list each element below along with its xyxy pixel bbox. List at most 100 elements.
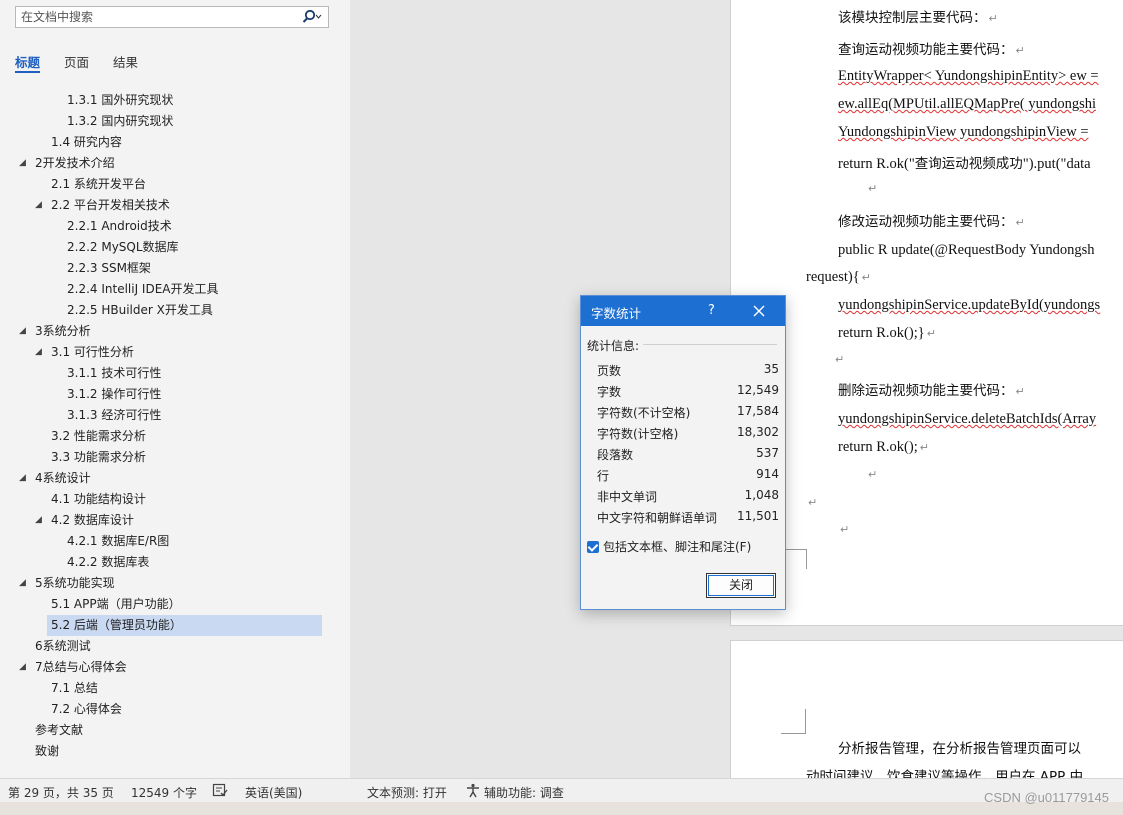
- tree-item[interactable]: 4.2.2 数据库表: [67, 552, 149, 573]
- tree-item[interactable]: ◢ 3.1 可行性分析: [35, 342, 134, 363]
- page-indicator[interactable]: 第 29 页，共 35 页: [8, 784, 114, 801]
- tree-item[interactable]: ◢ 2.2 平台开发相关技术: [35, 195, 170, 216]
- stat-label: 字符数(不计空格): [597, 406, 691, 420]
- tree-item-label: 致谢: [35, 744, 60, 758]
- doc-code-line: YundongshipinView yundongshipinView =: [838, 124, 1089, 140]
- doc-code-line: request){↵: [806, 269, 871, 285]
- stat-label: 行: [597, 469, 610, 483]
- stat-value: 11,501: [737, 509, 779, 523]
- tree-item[interactable]: 3.1.2 操作可行性: [67, 384, 161, 405]
- search-box[interactable]: [15, 6, 329, 28]
- tree-item-label: 1.3.2 国内研究现状: [67, 114, 174, 128]
- tab-pages[interactable]: 页面: [64, 52, 89, 71]
- tree-item-label: 2.2.4 IntelliJ IDEA开发工具: [67, 282, 219, 296]
- tab-results[interactable]: 结果: [113, 52, 138, 71]
- search-input[interactable]: [21, 9, 291, 25]
- language-indicator[interactable]: 英语(美国): [245, 784, 302, 801]
- tree-item[interactable]: 参考文献: [35, 720, 83, 741]
- tree-item-label: 2.2 平台开发相关技术: [51, 198, 170, 212]
- tree-item-label: 2.2.1 Android技术: [67, 219, 172, 233]
- close-icon[interactable]: [751, 303, 767, 319]
- tree-item[interactable]: 3.1.3 经济可行性: [67, 405, 161, 426]
- collapse-triangle-icon[interactable]: ◢: [35, 195, 49, 216]
- tree-item[interactable]: 4.1 功能结构设计: [51, 489, 146, 510]
- tree-item[interactable]: 1.3.1 国外研究现状: [67, 90, 173, 111]
- collapse-triangle-icon[interactable]: ◢: [19, 153, 33, 174]
- collapse-triangle-icon[interactable]: ◢: [35, 342, 49, 363]
- paragraph-mark: ↵: [808, 496, 818, 509]
- tab-headings[interactable]: 标题: [15, 52, 41, 73]
- word-count-dialog: 字数统计 ? 统计信息: 页数 35 字数 12,549 字符数(不计空格) 17,5…: [580, 295, 786, 610]
- collapse-triangle-icon[interactable]: ◢: [19, 468, 33, 489]
- search-icon[interactable]: [300, 9, 322, 25]
- tree-item[interactable]: 6系统测试: [35, 636, 91, 657]
- include-textboxes-checkbox[interactable]: 包括文本框、脚注和尾注(F): [587, 538, 751, 555]
- stat-value: 17,584: [737, 404, 779, 418]
- tree-item[interactable]: 2.2.3 SSM框架: [67, 258, 151, 279]
- tree-item[interactable]: 3.2 性能需求分析: [51, 426, 146, 447]
- tree-item[interactable]: 5.1 APP端（用户功能）: [51, 594, 181, 615]
- tree-item[interactable]: 4.2.1 数据库E/R图: [67, 531, 169, 552]
- stat-row: 字数 12,549: [597, 380, 779, 401]
- tree-item-label: 2开发技术介绍: [35, 156, 115, 170]
- tree-item[interactable]: ◢ 3系统分析: [19, 321, 91, 342]
- tree-item-label: 3.1.2 操作可行性: [67, 387, 162, 401]
- tree-item[interactable]: 2.1 系统开发平台: [51, 174, 146, 195]
- checkbox-checked-icon[interactable]: [587, 541, 599, 553]
- tree-item[interactable]: 2.2.4 IntelliJ IDEA开发工具: [67, 279, 219, 300]
- accessibility-indicator[interactable]: 辅助功能: 调查: [484, 784, 564, 801]
- tree-item-label: 2.2.2 MySQL数据库: [67, 240, 179, 254]
- collapse-triangle-icon[interactable]: ◢: [19, 657, 33, 678]
- tree-item[interactable]: ◢ 7总结与心得体会: [19, 657, 127, 678]
- collapse-triangle-icon[interactable]: ◢: [35, 510, 49, 531]
- tree-item[interactable]: ◢ 4.2 数据库设计: [35, 510, 134, 531]
- tree-item[interactable]: 5.2 后端（管理员功能）: [47, 615, 322, 636]
- proofing-icon[interactable]: [212, 783, 228, 797]
- tree-item[interactable]: ◢ 4系统设计: [19, 468, 91, 489]
- doc-code-line: EntityWrapper< YundongshipinEntity> ew =: [838, 68, 1099, 84]
- tree-item[interactable]: 2.2.1 Android技术: [67, 216, 172, 237]
- dialog-titlebar[interactable]: 字数统计 ?: [581, 296, 785, 326]
- close-button[interactable]: 关闭: [706, 573, 776, 598]
- tree-item[interactable]: 致谢: [35, 741, 59, 762]
- collapse-triangle-icon[interactable]: ◢: [19, 573, 33, 594]
- tree-item[interactable]: ◢ 5系统功能实现: [19, 573, 115, 594]
- tree-item-label: 5.1 APP端（用户功能）: [51, 597, 181, 611]
- tree-item-label: 5.2 后端（管理员功能）: [51, 618, 182, 632]
- doc-line: 动时间建议、饮食建议等操作。用户在 APP 中: [806, 769, 1084, 778]
- doc-code-line: return R.ok("查询运动视频成功").put("data: [838, 156, 1091, 172]
- doc-code-line: ew.allEq(MPUtil.allEQMapPre( yundongshi: [838, 96, 1097, 112]
- accessibility-icon[interactable]: [465, 783, 481, 798]
- tree-item-label: 3.1.3 经济可行性: [67, 408, 162, 422]
- tree-item[interactable]: 1.3.2 国内研究现状: [67, 111, 173, 132]
- stat-value: 1,048: [744, 488, 779, 502]
- status-bar: 第 29 页，共 35 页 12549 个字 英语(美国) 文本预测: 打开 辅…: [0, 778, 1123, 803]
- stat-row: 中文字符和朝鲜语单词 11,501: [597, 506, 779, 527]
- tree-item[interactable]: 7.1 总结: [51, 678, 98, 699]
- tree-item-label: 7.1 总结: [51, 681, 98, 695]
- word-count-indicator[interactable]: 12549 个字: [131, 784, 197, 801]
- stat-row: 行 914: [597, 464, 779, 485]
- stat-row: 段落数 537: [597, 443, 779, 464]
- tree-item[interactable]: 3.3 功能需求分析: [51, 447, 146, 468]
- tree-item-label: 4系统设计: [35, 471, 91, 485]
- tree-item-label: 2.2.5 HBuilder X开发工具: [67, 303, 213, 317]
- tree-item[interactable]: 3.1.1 技术可行性: [67, 363, 161, 384]
- help-button[interactable]: ?: [708, 303, 715, 318]
- margin-marker: [806, 549, 807, 569]
- tree-item[interactable]: ◢ 2开发技术介绍: [19, 153, 115, 174]
- doc-line: 该模块控制层主要代码： ↵: [838, 10, 998, 26]
- tree-item-label: 3.1 可行性分析: [51, 345, 134, 359]
- tree-item[interactable]: 2.2.5 HBuilder X开发工具: [67, 300, 213, 321]
- doc-code-line: return R.ok(); ↵: [838, 439, 929, 455]
- document-page: 该模块控制层主要代码： ↵ 查询运动视频功能主要代码： ↵ EntityWrappe…: [730, 0, 1123, 626]
- stat-label: 中文字符和朝鲜语单词: [597, 511, 718, 525]
- tree-item-label: 2.2.3 SSM框架: [67, 261, 151, 275]
- tree-item[interactable]: 2.2.2 MySQL数据库: [67, 237, 179, 258]
- tree-item[interactable]: 7.2 心得体会: [51, 699, 122, 720]
- collapse-triangle-icon[interactable]: ◢: [19, 321, 33, 342]
- tree-item-label: 7.2 心得体会: [51, 702, 122, 716]
- text-prediction-indicator[interactable]: 文本预测: 打开: [367, 784, 447, 801]
- tree-item[interactable]: 1.4 研究内容: [51, 132, 122, 153]
- tree-item-label: 1.4 研究内容: [51, 135, 122, 149]
